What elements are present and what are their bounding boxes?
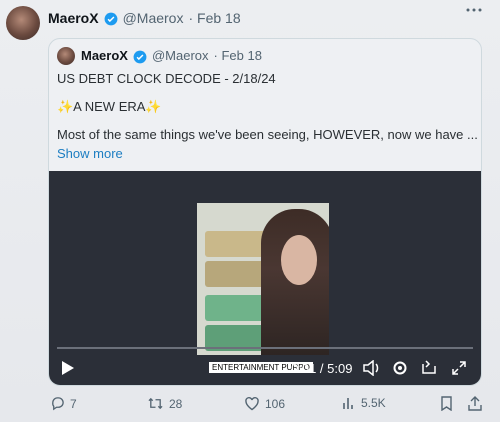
quote-text-line1: US DEBT CLOCK DECODE - 2/18/24 [57, 71, 276, 86]
bill-image [205, 261, 267, 287]
fullscreen-icon[interactable] [451, 360, 467, 376]
bookmark-icon [440, 396, 453, 411]
settings-icon[interactable] [392, 360, 408, 376]
author-name[interactable]: MaeroX [48, 10, 99, 26]
quote-text-line2: ✨A NEW ERA✨ [57, 99, 162, 114]
more-icon[interactable] [466, 8, 482, 12]
video-frame [197, 203, 329, 355]
reply-count: 7 [70, 396, 77, 411]
author-handle[interactable]: @Maerox [123, 10, 184, 26]
heart-icon [244, 396, 260, 411]
quote-verified-icon [133, 48, 147, 64]
bill-image [205, 231, 267, 257]
quote-author-name[interactable]: MaeroX [81, 48, 128, 63]
video-player[interactable]: ENTERTAINMENT PURPO 0:01 / 5:09 [49, 171, 481, 385]
quote-avatar[interactable] [57, 47, 75, 65]
views-icon [342, 396, 356, 410]
bookmark-button[interactable] [440, 396, 453, 411]
views-button[interactable]: 5.5K [342, 396, 386, 410]
screen: MaeroX @Maerox · Feb 18 MaeroX @Maerox ·… [0, 0, 500, 422]
retweet-icon [147, 396, 164, 411]
quote-author-handle[interactable]: @Maerox [152, 48, 209, 63]
quote-text-line3: Most of the same things we've been seein… [57, 127, 478, 142]
video-time: 0:01 / 5:09 [291, 361, 353, 376]
reply-button[interactable]: 7 [50, 396, 77, 411]
share-button[interactable] [468, 396, 482, 411]
tweet-actions: 7 28 106 5.5K [0, 396, 500, 416]
share-icon [468, 396, 482, 411]
tweet-date[interactable]: · Feb 18 [188, 10, 240, 26]
play-icon[interactable] [61, 360, 75, 376]
video-controls: ENTERTAINMENT PURPO 0:01 / 5:09 [49, 357, 481, 383]
views-count: 5.5K [361, 396, 386, 410]
quoted-tweet[interactable]: MaeroX @Maerox · Feb 18 US DEBT CLOCK DE… [48, 38, 482, 386]
bill-image [205, 295, 267, 321]
like-button[interactable]: 106 [244, 396, 285, 411]
quote-header: MaeroX @Maerox · Feb 18 [81, 48, 262, 64]
tweet-header: MaeroX @Maerox · Feb 18 [48, 10, 241, 26]
quote-date[interactable]: · Feb 18 [214, 48, 262, 63]
face-image [281, 235, 317, 285]
volume-icon[interactable] [363, 360, 381, 376]
like-count: 106 [265, 396, 286, 411]
retweet-count: 28 [169, 396, 183, 411]
picture-in-picture-icon[interactable] [421, 360, 437, 376]
video-progress-bar[interactable] [57, 347, 473, 349]
avatar[interactable] [6, 6, 40, 40]
reply-icon [50, 396, 65, 411]
retweet-button[interactable]: 28 [147, 396, 182, 411]
verified-icon [104, 10, 118, 26]
show-more-link[interactable]: Show more [57, 146, 123, 161]
